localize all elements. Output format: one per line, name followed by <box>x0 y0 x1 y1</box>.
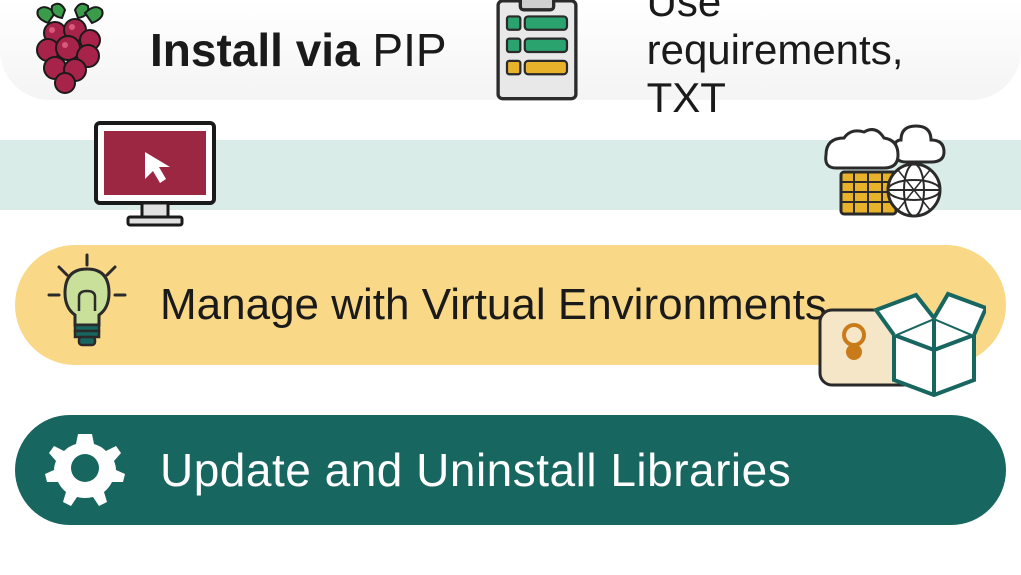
middle-band <box>0 125 1021 220</box>
checklist-icon <box>487 0 587 108</box>
top-bar: Install via PIP Use requirements, TXT <box>0 0 1021 100</box>
cloud-servers-icon <box>806 120 961 220</box>
use-requirements-text: Use requirements, TXT <box>647 0 981 122</box>
lightbulb-icon <box>45 253 130 358</box>
yellow-pill: Manage with Virtual Environments <box>15 245 1006 365</box>
manage-venv-text: Manage with Virtual Environments <box>160 280 827 330</box>
install-via-normal: PIP <box>360 24 447 76</box>
install-via-bold: Install via <box>150 24 360 76</box>
monitor-icon <box>90 117 220 232</box>
install-via-pip-text: Install via PIP <box>150 23 447 77</box>
raspberry-icon <box>20 0 120 103</box>
gear-icon <box>45 428 125 513</box>
update-uninstall-text: Update and Uninstall Libraries <box>160 443 791 497</box>
teal-pill: Update and Uninstall Libraries <box>15 415 1006 525</box>
package-box-icon <box>816 280 986 400</box>
